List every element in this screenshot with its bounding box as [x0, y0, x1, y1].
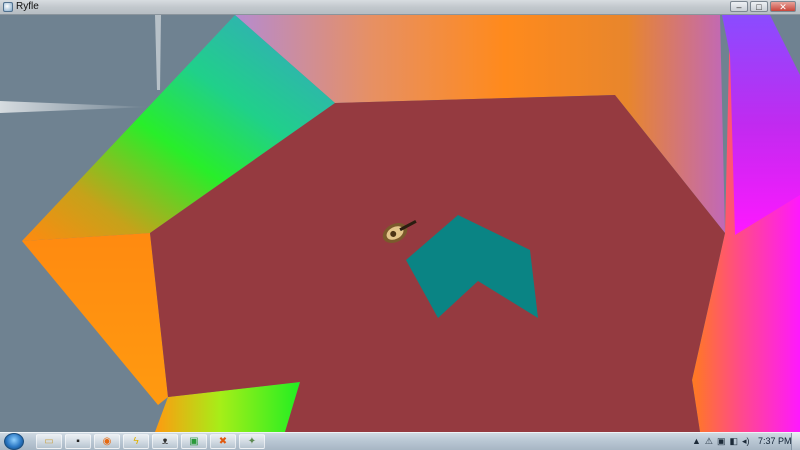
- tray-icon-3[interactable]: ◧: [730, 435, 739, 447]
- taskbar-button-winamp[interactable]: ϟ: [123, 434, 149, 449]
- window-controls: – □ ✕: [730, 1, 796, 12]
- folder-icon: ▭: [44, 435, 54, 447]
- game-icon: ✦: [247, 435, 257, 447]
- game-viewport[interactable]: [0, 15, 800, 432]
- taskbar-button-game[interactable]: ✦: [239, 434, 265, 449]
- tray-icon-2[interactable]: ▣: [717, 435, 726, 447]
- app-icon: [3, 2, 13, 12]
- chat-icon: ▣: [189, 435, 199, 447]
- system-tray: ▲ ⚠ ▣ ◧ ◂): [692, 435, 750, 447]
- tray-icon-0[interactable]: ▲: [692, 435, 701, 447]
- minimize-button[interactable]: –: [730, 1, 748, 12]
- taskbar-button-firefox[interactable]: ◉: [94, 434, 120, 449]
- taskbar-button-tool[interactable]: ✖: [210, 434, 236, 449]
- window-title: Ryfle: [16, 1, 39, 12]
- taskbar-button-folder[interactable]: ▭: [36, 434, 62, 449]
- taskbar: ▭ ▪ ◉ ϟ ᴥ ▣ ✖ ✦ ▲ ⚠ ▣ ◧ ◂) 7:37 PM: [0, 432, 800, 450]
- show-desktop-button[interactable]: [791, 433, 800, 450]
- tool-icon: ✖: [218, 435, 228, 447]
- window-title-bar[interactable]: Ryfle – □ ✕: [0, 0, 800, 15]
- firefox-icon: ◉: [102, 435, 112, 447]
- tray-icon-1[interactable]: ⚠: [705, 435, 713, 447]
- terminal-icon: ▪: [76, 435, 80, 447]
- close-button[interactable]: ✕: [770, 1, 796, 12]
- winamp-icon: ϟ: [133, 435, 139, 447]
- tray-icon-4[interactable]: ◂): [742, 435, 750, 447]
- start-button[interactable]: [4, 433, 24, 450]
- taskbar-button-terminal[interactable]: ▪: [65, 434, 91, 449]
- taskbar-button-bunny[interactable]: ᴥ: [152, 434, 178, 449]
- taskbar-button-chat[interactable]: ▣: [181, 434, 207, 449]
- bunny-icon: ᴥ: [161, 435, 169, 447]
- clock[interactable]: 7:37 PM: [758, 436, 792, 446]
- maximize-button[interactable]: □: [750, 1, 768, 12]
